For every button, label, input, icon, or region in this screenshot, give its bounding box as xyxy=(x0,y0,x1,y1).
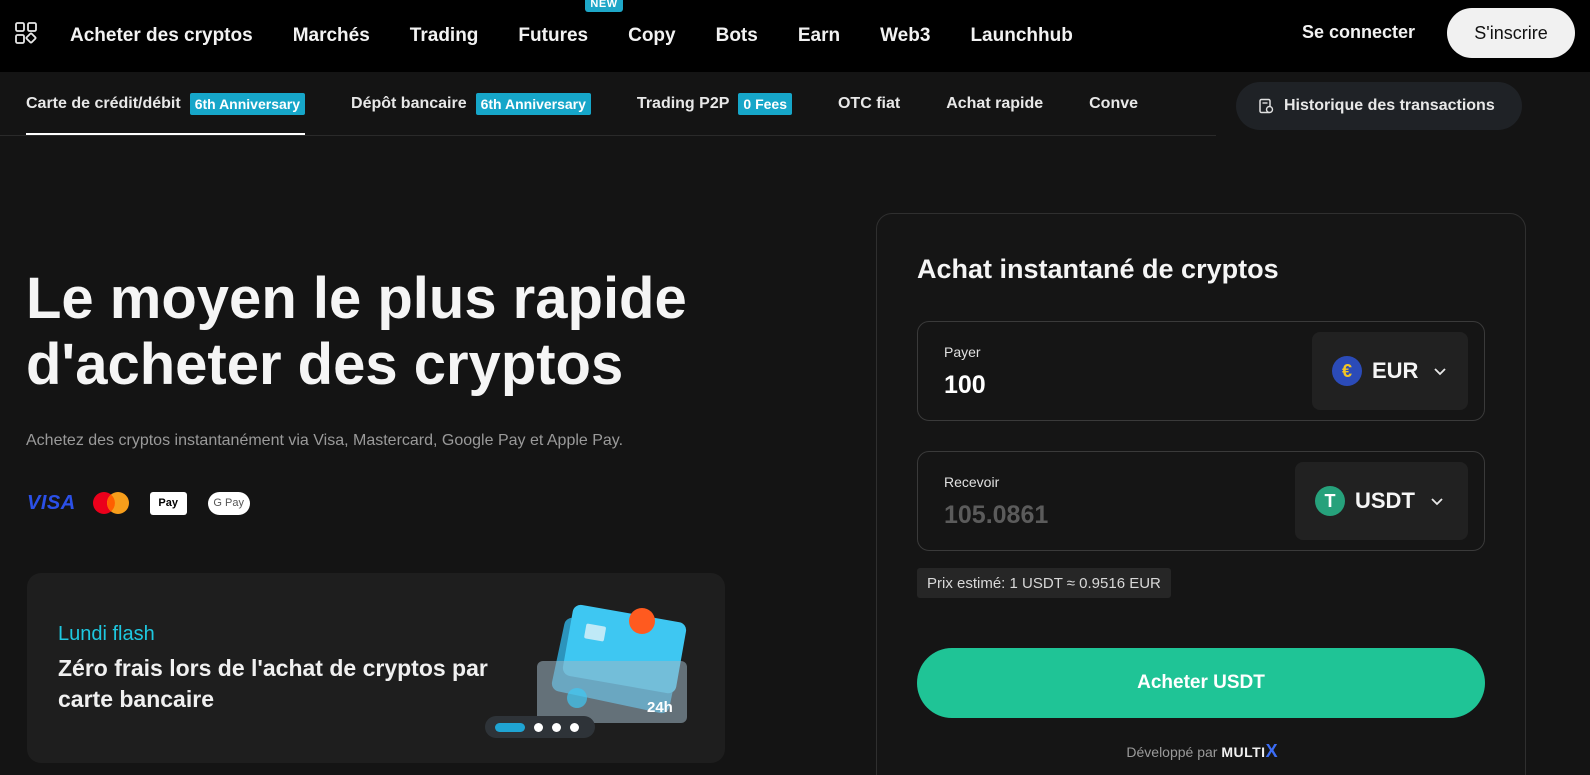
nav-trading[interactable]: Trading xyxy=(410,25,479,47)
history-label: Historique des transactions xyxy=(1284,97,1495,114)
apple-pay-logo: Pay xyxy=(149,491,187,515)
nav-copy[interactable]: Copy xyxy=(628,25,676,47)
tab-label: Trading P2P xyxy=(636,94,730,112)
tab-quick-buy[interactable]: Achat rapide xyxy=(946,72,1043,135)
transaction-history-button[interactable]: Historique des transactions xyxy=(1236,82,1522,130)
nav-buy-crypto[interactable]: Acheter des cryptos xyxy=(70,25,253,47)
pay-label: Payer xyxy=(944,344,981,360)
multix-x-icon: X xyxy=(1265,741,1278,761)
tab-label: OTC fiat xyxy=(837,94,901,112)
nav-earn[interactable]: Earn xyxy=(798,25,840,47)
receive-currency-label: USDT xyxy=(1355,488,1415,513)
anniversary-badge: 6th Anniversary xyxy=(475,92,591,115)
pay-field: Payer € EUR xyxy=(917,321,1485,421)
tether-icon: T xyxy=(1315,486,1345,516)
nav-markets[interactable]: Marchés xyxy=(293,25,370,47)
nav-launchhub[interactable]: Launchhub xyxy=(970,25,1072,47)
chevron-down-icon xyxy=(1434,368,1447,376)
nav-futures-label: Futures xyxy=(518,25,589,46)
pay-amount-input[interactable] xyxy=(944,367,1244,403)
main-menu: Acheter des cryptos Marchés Trading Futu… xyxy=(70,0,1113,72)
credit-card-illustration: 24h xyxy=(537,604,687,723)
payment-method-tabs: Carte de crédit/débit 6th Anniversary Dé… xyxy=(0,72,1216,136)
tab-label: Carte de crédit/débit xyxy=(26,94,181,112)
tab-label: Achat rapide xyxy=(946,94,1044,112)
pay-currency-label: EUR xyxy=(1372,358,1419,383)
powered-by: Développé par MULTIX xyxy=(877,741,1527,762)
carousel-dot-active[interactable] xyxy=(495,722,525,732)
carousel-dot[interactable] xyxy=(534,722,543,732)
login-link[interactable]: Se connecter xyxy=(1302,22,1415,43)
anniversary-badge: 6th Anniversary xyxy=(189,92,306,115)
multix-logo: MULTI xyxy=(1221,744,1266,760)
estimated-price: Prix estimé: 1 USDT ≈ 0.9516 EUR xyxy=(917,568,1171,598)
instant-buy-widget: Achat instantané de cryptos Payer € EUR … xyxy=(876,213,1526,775)
google-pay-logo: G Pay xyxy=(207,491,250,515)
tab-convert[interactable]: Conve xyxy=(1089,72,1138,135)
signup-button[interactable]: S'inscrire xyxy=(1447,8,1575,58)
pay-currency-select[interactable]: € EUR xyxy=(1312,332,1468,410)
tab-label: Dépôt bancaire xyxy=(351,94,467,112)
page-subtitle: Achetez des cryptos instantanément via V… xyxy=(26,432,624,449)
chevron-down-icon xyxy=(1431,498,1443,506)
zero-fees-badge: 0 Fees xyxy=(738,92,792,115)
tab-bank-deposit[interactable]: Dépôt bancaire 6th Anniversary xyxy=(351,72,591,135)
buy-usdt-button[interactable]: Acheter USDT xyxy=(917,648,1485,718)
page-title: Le moyen le plus rapide d'acheter des cr… xyxy=(26,266,786,398)
receive-label: Recevoir xyxy=(944,474,1000,490)
visa-logo: VISA xyxy=(27,491,76,514)
receive-field: Recevoir T USDT xyxy=(917,451,1485,551)
promo-tag: Lundi flash xyxy=(58,623,155,645)
nav-futures[interactable]: Futures NEW xyxy=(518,0,623,47)
new-badge: NEW xyxy=(585,0,623,12)
widget-title: Achat instantané de cryptos xyxy=(917,254,1279,284)
title-line-1: Le moyen le plus rapide xyxy=(26,266,687,331)
carousel-dot[interactable] xyxy=(552,722,561,732)
carousel-dot[interactable] xyxy=(570,722,579,732)
top-navigation: Acheter des cryptos Marchés Trading Futu… xyxy=(0,0,1590,72)
receive-amount-input[interactable] xyxy=(944,497,1244,533)
carousel-indicators xyxy=(485,716,595,738)
history-document-icon xyxy=(1259,98,1274,114)
receive-currency-select[interactable]: T USDT xyxy=(1295,462,1468,540)
promo-text: Zéro frais lors de l'achat de cryptos pa… xyxy=(58,655,488,712)
apple-pay-text: Pay xyxy=(158,497,178,509)
nav-web3[interactable]: Web3 xyxy=(880,25,930,47)
mastercard-logo xyxy=(92,492,129,514)
title-line-2: d'acheter des cryptos xyxy=(26,332,624,397)
tab-label: Conve xyxy=(1089,94,1139,112)
tab-p2p-trading[interactable]: Trading P2P 0 Fees xyxy=(637,72,792,135)
nav-bots[interactable]: Bots xyxy=(716,25,758,47)
apps-grid-icon[interactable] xyxy=(14,21,38,45)
tab-otc-fiat[interactable]: OTC fiat xyxy=(838,72,900,135)
promo-card[interactable]: Lundi flash Zéro frais lors de l'achat d… xyxy=(27,573,725,763)
tab-credit-card[interactable]: Carte de crédit/débit 6th Anniversary xyxy=(26,72,306,135)
payment-methods: VISA Pay G Pay xyxy=(27,491,250,515)
powered-by-text: Développé par xyxy=(1126,744,1218,760)
promo-art-label: 24h xyxy=(647,699,673,716)
euro-icon: € xyxy=(1332,356,1362,386)
